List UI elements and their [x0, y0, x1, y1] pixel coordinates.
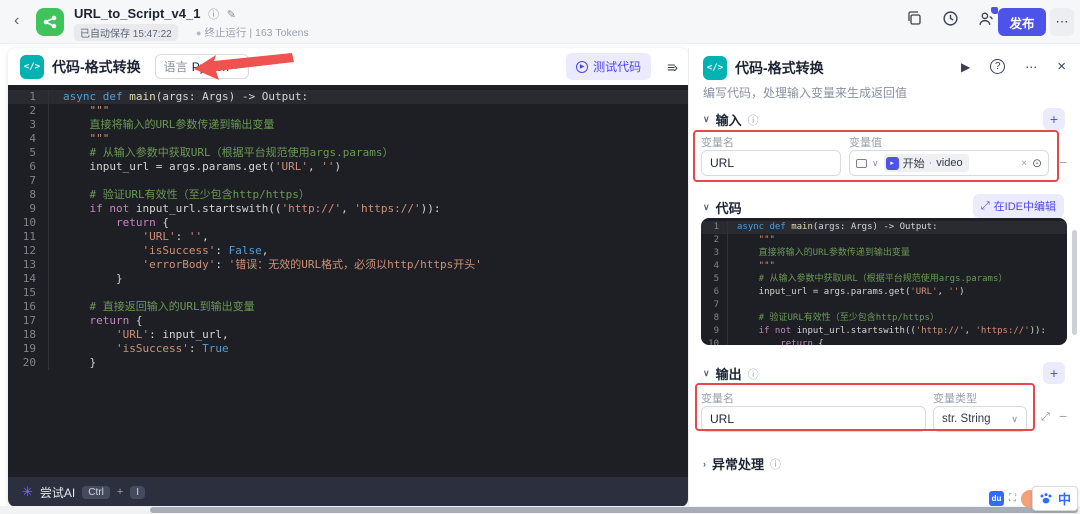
- output-name-field[interactable]: [701, 406, 926, 432]
- baidu-ime-icon[interactable]: du: [989, 491, 1004, 506]
- input-info-icon[interactable]: ⓘ: [748, 112, 759, 128]
- expand-arrow-icon: ⤢: [981, 200, 990, 213]
- chevron-down-icon: ∨: [1011, 414, 1018, 425]
- autosave-badge: 已自动保存 15:47:22: [74, 24, 178, 41]
- code-editor-area[interactable]: 1async def main(args: Args) -> Output:2 …: [8, 85, 688, 477]
- chevron-down-icon: ∨: [703, 202, 710, 213]
- edit-in-ide-button[interactable]: ⤢ 在IDE中编辑: [973, 194, 1064, 218]
- reference-tag[interactable]: ▸ 开始 · video: [884, 154, 969, 172]
- config-panel-title: 代码-格式转换: [735, 58, 824, 78]
- i-keycap: I: [130, 486, 145, 499]
- chevron-down-icon: ∨: [703, 368, 710, 379]
- language-dropdown[interactable]: 语言 Python ∨: [155, 54, 249, 79]
- panel-more-icon[interactable]: ⋯: [1025, 60, 1037, 74]
- ai-assist-bar[interactable]: ✳ 尝试AI Ctrl + I: [8, 477, 688, 507]
- input-value-label: 变量值: [849, 134, 882, 150]
- workflow-title: URL_to_Script_v4_1 ⓘ ✎: [74, 6, 236, 22]
- chinese-mode-label: 中: [1058, 489, 1071, 508]
- horizontal-scroll-thumb[interactable]: [150, 507, 1078, 513]
- help-icon[interactable]: ?: [990, 59, 1005, 74]
- ime-indicator: du ⛶ 中: [989, 486, 1078, 511]
- history-icon[interactable]: [942, 10, 960, 28]
- chevron-right-icon: ›: [703, 459, 706, 469]
- code-section-header[interactable]: ∨ 代码: [703, 198, 742, 217]
- chevron-down-icon: ∨: [872, 158, 879, 169]
- run-status: ●终止运行 | 163 Tokens: [196, 25, 309, 40]
- clear-value-icon[interactable]: ×: [1021, 158, 1027, 169]
- output-info-icon[interactable]: ⓘ: [748, 366, 759, 382]
- play-circle-icon: ▶: [576, 61, 588, 73]
- remove-output-button[interactable]: −: [1059, 408, 1067, 424]
- plus-separator: +: [117, 486, 123, 498]
- info-icon[interactable]: ⓘ: [208, 9, 219, 21]
- input-section-header[interactable]: ∨ 输入 ⓘ: [703, 110, 759, 129]
- language-value: Python: [192, 60, 229, 74]
- code-preview[interactable]: 1async def main(args: Args) -> Output:2 …: [701, 218, 1067, 345]
- collapse-panel-icon[interactable]: ≡›: [667, 59, 676, 75]
- editor-header: </> 代码-格式转换 语言 Python ∨ ▶ 测试代码 ≡›: [8, 48, 688, 85]
- close-panel-icon[interactable]: ×: [1057, 58, 1066, 75]
- ime-mode-box[interactable]: 中: [1032, 486, 1078, 511]
- top-bar: ‹ URL_to_Script_v4_1 ⓘ ✎ 已自动保存 15:47:22 …: [0, 0, 1080, 44]
- workflow-app: ‹ URL_to_Script_v4_1 ⓘ ✎ 已自动保存 15:47:22 …: [0, 0, 1080, 514]
- duplicate-icon[interactable]: [906, 10, 924, 28]
- expand-output-icon[interactable]: ⤢: [1041, 411, 1050, 424]
- locate-reference-icon[interactable]: ⊙: [1032, 156, 1042, 170]
- editor-node-title: 代码-格式转换: [52, 57, 141, 77]
- ime-grid-icon[interactable]: ⛶: [1009, 493, 1016, 504]
- ref-field-name: video: [936, 157, 962, 169]
- chevron-down-icon: ∨: [233, 61, 240, 72]
- remove-input-button[interactable]: −: [1059, 154, 1067, 170]
- error-section-header[interactable]: › 异常处理 ⓘ: [703, 454, 781, 473]
- node-config-panel: </> 代码-格式转换 ▶ ? ⋯ × 编写代码，处理输入变量来生成返回值 ∨ …: [688, 48, 1080, 514]
- start-node-icon: ▸: [886, 157, 899, 170]
- output-name-label: 变量名: [701, 390, 734, 406]
- back-icon[interactable]: ‹: [14, 12, 19, 30]
- panel-scrollbar[interactable]: [1072, 230, 1077, 335]
- edit-title-icon[interactable]: ✎: [227, 9, 236, 21]
- output-type-select[interactable]: str. String ∨: [933, 406, 1027, 432]
- input-name-label: 变量名: [701, 134, 734, 150]
- ai-try-label: 尝试AI: [40, 484, 75, 501]
- status-dot-icon: ●: [196, 28, 201, 38]
- collaborators-icon[interactable]: [978, 10, 996, 28]
- collaborators-badge: [991, 7, 998, 14]
- test-code-button[interactable]: ▶ 测试代码: [566, 53, 651, 80]
- input-name-field[interactable]: [701, 150, 841, 176]
- ref-node-name: 开始: [903, 155, 925, 171]
- ctrl-keycap: Ctrl: [82, 486, 110, 499]
- ref-separator: ·: [929, 157, 933, 169]
- publish-button[interactable]: 发布: [998, 8, 1046, 36]
- add-output-button[interactable]: +: [1043, 362, 1065, 384]
- workflow-icon: [36, 8, 64, 36]
- add-input-button[interactable]: +: [1043, 108, 1065, 130]
- chevron-down-icon: ∨: [703, 114, 710, 125]
- language-label: 语言: [164, 58, 188, 75]
- paw-icon: [1039, 492, 1053, 505]
- output-section-header[interactable]: ∨ 输出 ⓘ: [703, 364, 759, 383]
- output-type-label: 变量类型: [933, 390, 977, 406]
- code-node-icon: </>: [703, 56, 727, 80]
- ai-sparkle-icon: ✳: [22, 484, 33, 500]
- run-node-icon[interactable]: ▶: [961, 60, 970, 74]
- error-info-icon[interactable]: ⓘ: [770, 456, 781, 472]
- more-button[interactable]: ⋯: [1050, 8, 1074, 36]
- code-node-icon: </>: [20, 55, 44, 79]
- code-editor-panel: </> 代码-格式转换 语言 Python ∨ ▶ 测试代码 ≡› 1async…: [8, 48, 688, 507]
- config-subtitle: 编写代码，处理输入变量来生成返回值: [703, 84, 907, 101]
- value-type-icon: [856, 159, 867, 168]
- input-value-field[interactable]: ∨ ▸ 开始 · video × ⊙: [849, 150, 1049, 176]
